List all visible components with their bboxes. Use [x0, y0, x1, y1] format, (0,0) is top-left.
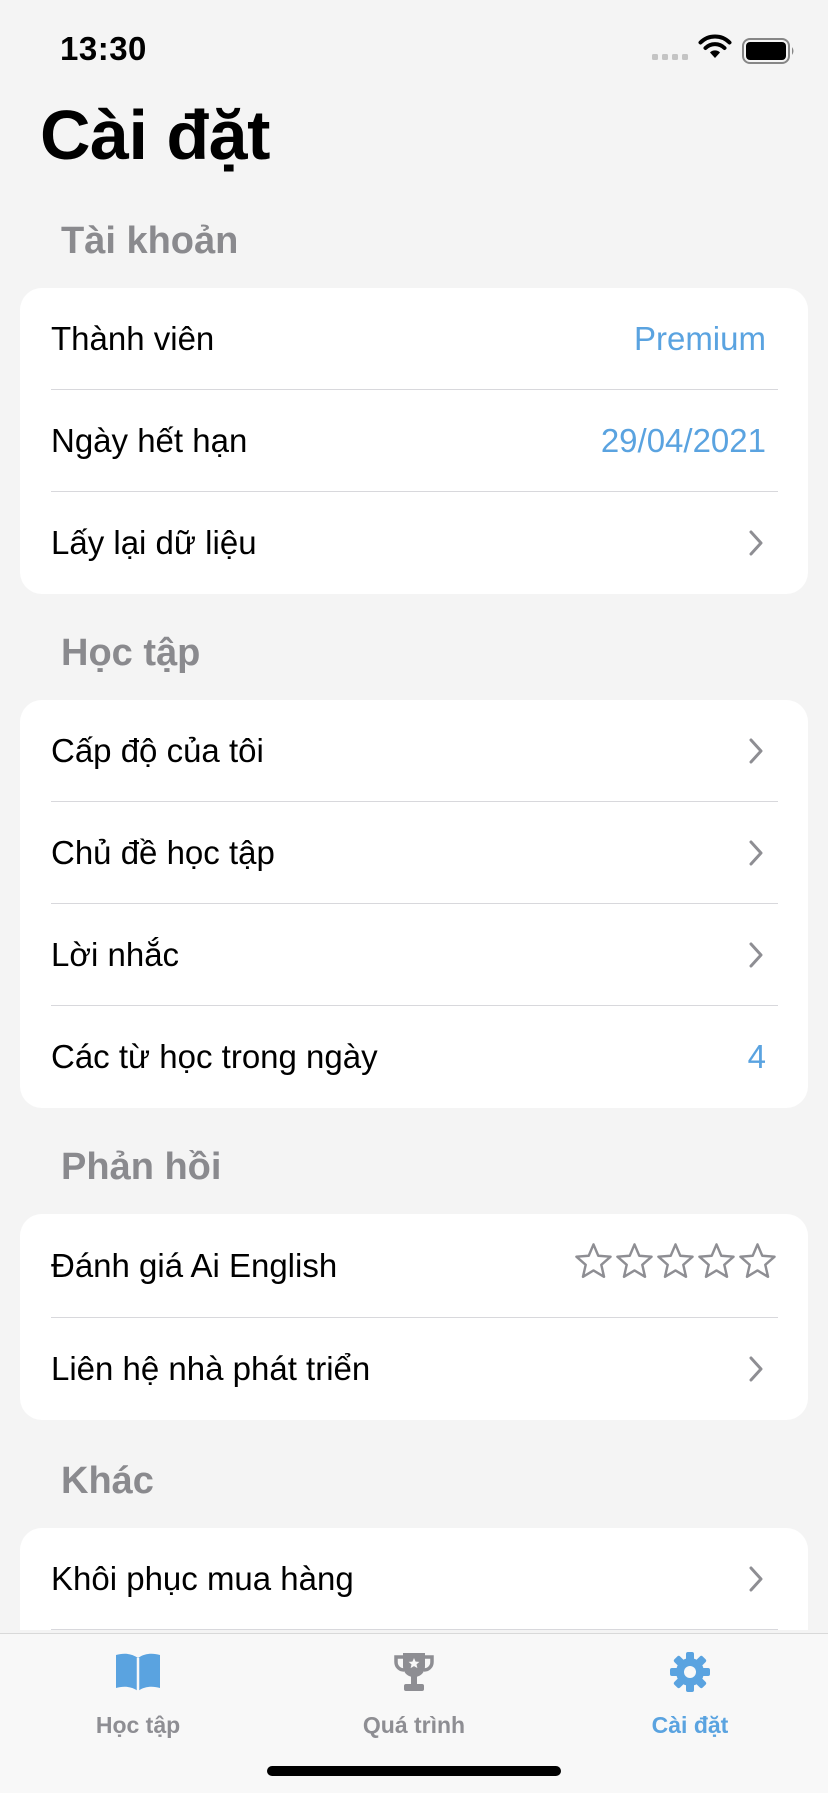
- row-reminders[interactable]: Lời nhắc: [20, 904, 808, 1006]
- other-card: Khôi phục mua hàng: [20, 1528, 808, 1630]
- star-outline-icon[interactable]: [615, 1242, 654, 1280]
- row-label: Đánh giá Ai English: [51, 1247, 338, 1284]
- tab-progress[interactable]: Quá trình: [324, 1650, 504, 1739]
- row-restore-data[interactable]: Lấy lại dữ liệu: [20, 492, 808, 594]
- row-my-level[interactable]: Cấp độ của tôi: [20, 700, 808, 802]
- section-header-feedback: Phản hồi: [61, 1146, 222, 1188]
- feedback-card: Đánh giá Ai English Liên hệ nhà phát tri…: [20, 1214, 808, 1420]
- star-outline-icon[interactable]: [656, 1242, 695, 1280]
- trophy-icon: [394, 1653, 434, 1691]
- row-label: Ngày hết hạn: [51, 422, 248, 459]
- cellular-signal-icon: [652, 54, 688, 60]
- row-label: Thành viên: [51, 320, 215, 357]
- account-card: Thành viên Premium Ngày hết hạn 29/04/20…: [20, 288, 808, 594]
- tab-label: Cài đặt: [651, 1712, 729, 1738]
- membership-value: Premium: [633, 320, 766, 357]
- tab-settings[interactable]: Cài đặt: [600, 1650, 780, 1739]
- gear-icon: [670, 1652, 710, 1692]
- row-contact-developer[interactable]: Liên hệ nhà phát triển: [20, 1318, 808, 1420]
- row-label: Lấy lại dữ liệu: [51, 524, 257, 561]
- row-label: Các từ học trong ngày: [51, 1038, 378, 1075]
- row-label: Khôi phục mua hàng: [51, 1560, 354, 1597]
- daily-words-value: 4: [747, 1038, 766, 1075]
- chevron-right-icon: [749, 530, 763, 556]
- tab-label: Học tập: [95, 1712, 181, 1738]
- expiry-date-value: 29/04/2021: [600, 422, 766, 459]
- section-header-account: Tài khoản: [61, 220, 239, 262]
- home-indicator[interactable]: [267, 1766, 561, 1776]
- chevron-right-icon: [749, 942, 763, 968]
- page-title: Cài đặt: [40, 96, 270, 174]
- row-learning-topics[interactable]: Chủ đề học tập: [20, 802, 808, 904]
- row-label: Chủ đề học tập: [51, 834, 275, 871]
- learning-card: Cấp độ của tôi Chủ đề học tập Lời nhắc C…: [20, 700, 808, 1108]
- section-header-learning: Học tập: [61, 632, 201, 674]
- row-daily-words[interactable]: Các từ học trong ngày 4: [20, 1006, 808, 1108]
- row-membership[interactable]: Thành viên Premium: [20, 288, 808, 390]
- tab-learning[interactable]: Học tập: [48, 1650, 228, 1739]
- star-outline-icon[interactable]: [738, 1242, 777, 1280]
- row-expiry-date[interactable]: Ngày hết hạn 29/04/2021: [20, 390, 808, 492]
- chevron-right-icon: [749, 738, 763, 764]
- row-label: Cấp độ của tôi: [51, 732, 264, 769]
- row-divider: [51, 1629, 778, 1630]
- section-header-other: Khác: [61, 1460, 154, 1502]
- battery-icon: [742, 38, 794, 64]
- chevron-right-icon: [749, 1356, 763, 1382]
- chevron-right-icon: [749, 1566, 763, 1592]
- row-label: Lời nhắc: [51, 936, 180, 973]
- chevron-right-icon: [749, 840, 763, 866]
- rating-stars[interactable]: [574, 1242, 777, 1280]
- status-time: 13:30: [60, 30, 147, 67]
- wifi-icon: [698, 34, 732, 58]
- book-icon: [116, 1653, 160, 1691]
- row-rate-app[interactable]: Đánh giá Ai English: [20, 1214, 808, 1318]
- status-bar: 13:30: [0, 0, 828, 100]
- row-label: Liên hệ nhà phát triển: [51, 1350, 371, 1387]
- star-outline-icon[interactable]: [697, 1242, 736, 1280]
- row-restore-purchases[interactable]: Khôi phục mua hàng: [20, 1528, 808, 1630]
- tab-label: Quá trình: [362, 1712, 466, 1738]
- star-outline-icon[interactable]: [574, 1242, 613, 1280]
